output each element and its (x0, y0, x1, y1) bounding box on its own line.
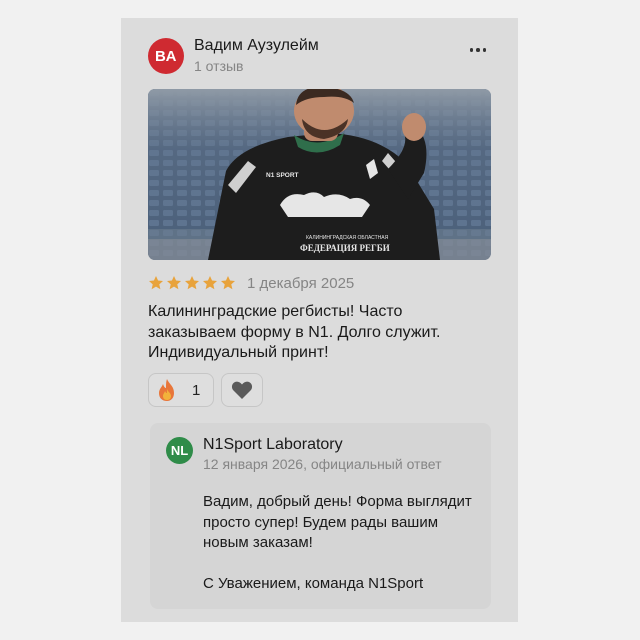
rugby-player-photo: N1 SPORT КАЛИНИНГРАДСКАЯ ОБЛАСТНАЯ ФЕДЕР… (148, 89, 491, 260)
author-name[interactable]: Вадим Аузулейм (194, 37, 319, 55)
company-name[interactable]: N1Sport Laboratory (203, 436, 343, 454)
star-icon (185, 276, 199, 290)
star-icon (221, 276, 235, 290)
review-date: 1 декабря 2025 (247, 274, 355, 292)
ellipsis-icon (469, 48, 474, 52)
review-photo[interactable]: N1 SPORT КАЛИНИНГРАДСКАЯ ОБЛАСТНАЯ ФЕДЕР… (148, 89, 491, 260)
author-review-count: 1 отзыв (194, 58, 244, 74)
answer-meta: 12 января 2026, официальный ответ (203, 456, 442, 472)
shirt-text: ФЕДЕРАЦИЯ РЕГБИ (300, 243, 390, 253)
rating-row: 1 декабря 2025 (148, 272, 354, 294)
shirt-text-top: КАЛИНИНГРАДСКАЯ ОБЛАСТНАЯ (306, 235, 389, 241)
heart-icon (231, 381, 253, 399)
star-rating (148, 275, 236, 291)
star-icon (149, 276, 163, 290)
review-card: ВА Вадим Аузулейм 1 отзыв N1 SPORT КАЛИН… (121, 18, 518, 622)
shirt-brand-text: N1 SPORT (266, 172, 299, 179)
more-options-button[interactable] (467, 42, 489, 58)
official-answer: NL N1Sport Laboratory 12 января 2026, оф… (150, 423, 491, 609)
review-text: Калининградские регбисты! Часто заказыва… (148, 303, 441, 361)
fire-reaction-button[interactable]: 1 (148, 373, 214, 407)
answer-text: Вадим, добрый день! Форма выглядит прост… (203, 493, 472, 592)
author-avatar[interactable]: ВА (148, 38, 184, 74)
star-icon (167, 276, 181, 290)
fire-reaction-count: 1 (192, 381, 201, 399)
like-button[interactable] (221, 373, 263, 407)
company-avatar[interactable]: NL (166, 437, 193, 464)
star-icon (203, 276, 217, 290)
fire-icon (159, 379, 174, 401)
